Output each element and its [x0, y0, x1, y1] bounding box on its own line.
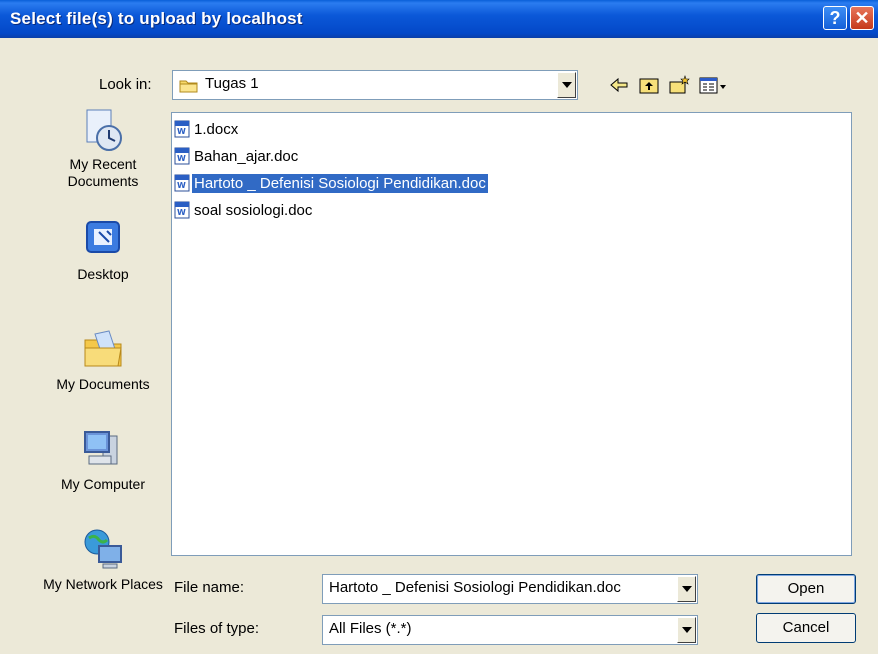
lookin-value: Tugas 1: [205, 75, 259, 92]
file-item-selected[interactable]: W Hartoto _ Defenisi Sosiologi Pendidika…: [174, 172, 488, 194]
filetype-dropdown-arrow[interactable]: [677, 617, 696, 643]
filetype-label: Files of type:: [174, 620, 260, 637]
back-icon[interactable]: [608, 74, 630, 96]
place-desktop[interactable]: Desktop: [40, 218, 166, 283]
place-label: Desktop: [77, 266, 129, 282]
my-computer-icon: [84, 431, 118, 465]
svg-text:W: W: [177, 181, 186, 190]
network-places-icon: [84, 529, 122, 569]
help-button[interactable]: ?: [823, 6, 847, 30]
word-document-icon: W: [174, 201, 190, 219]
lookin-label: Look in:: [99, 76, 152, 93]
file-item[interactable]: W Bahan_ajar.doc: [174, 145, 300, 167]
my-documents-icon: [84, 330, 122, 367]
svg-text:W: W: [177, 127, 186, 136]
file-name: soal sosiologi.doc: [194, 201, 313, 219]
place-my-documents[interactable]: My Documents: [40, 328, 166, 393]
folder-icon: [179, 80, 198, 93]
place-recent-documents[interactable]: My Recent Documents: [40, 108, 166, 190]
cancel-button[interactable]: Cancel: [756, 613, 856, 643]
title-bar[interactable]: Select file(s) to upload by localhost ? …: [0, 0, 878, 38]
file-name: Bahan_ajar.doc: [194, 147, 299, 165]
word-document-icon: W: [174, 120, 190, 138]
desktop-icon: [86, 221, 120, 253]
place-label: My Computer: [60, 476, 146, 492]
places-bar: My Recent Documents Desktop My Documents: [40, 108, 166, 628]
place-my-computer[interactable]: My Computer: [40, 428, 166, 493]
filename-input[interactable]: Hartoto _ Defenisi Sosiologi Pendidikan.…: [322, 574, 698, 604]
close-button[interactable]: ✕: [850, 6, 874, 30]
file-item[interactable]: W 1.docx: [174, 118, 240, 140]
word-document-icon: W: [174, 174, 190, 192]
file-name: 1.docx: [194, 120, 239, 138]
svg-text:W: W: [177, 154, 186, 163]
open-button[interactable]: Open: [756, 574, 856, 604]
word-document-icon: W: [174, 147, 190, 165]
up-folder-icon[interactable]: [638, 74, 660, 96]
file-upload-dialog: Select file(s) to upload by localhost ? …: [0, 0, 878, 654]
filename-dropdown-arrow[interactable]: [677, 576, 696, 602]
place-label: My Network Places: [43, 576, 163, 592]
file-name: Hartoto _ Defenisi Sosiologi Pendidikan.…: [192, 173, 488, 193]
file-item[interactable]: W soal sosiologi.doc: [174, 199, 314, 221]
window-title: Select file(s) to upload by localhost: [10, 9, 303, 28]
file-list[interactable]: W 1.docx W Bahan_ajar.doc W Hartoto _ De…: [171, 112, 852, 556]
place-network-places[interactable]: My Network Places: [40, 528, 166, 593]
filetype-dropdown[interactable]: All Files (*.*): [322, 615, 698, 645]
filetype-value: All Files (*.*): [329, 620, 412, 637]
new-folder-icon[interactable]: [668, 74, 690, 96]
recent-documents-icon: [86, 109, 122, 151]
place-label: My Documents: [56, 376, 150, 392]
filename-value: Hartoto _ Defenisi Sosiologi Pendidikan.…: [329, 579, 621, 596]
lookin-dropdown[interactable]: Tugas 1: [172, 70, 578, 100]
place-label: My Recent Documents: [67, 156, 139, 189]
views-menu-icon[interactable]: [698, 74, 728, 96]
filename-label: File name:: [174, 579, 245, 596]
svg-text:W: W: [177, 208, 186, 217]
lookin-dropdown-arrow[interactable]: [557, 72, 576, 98]
